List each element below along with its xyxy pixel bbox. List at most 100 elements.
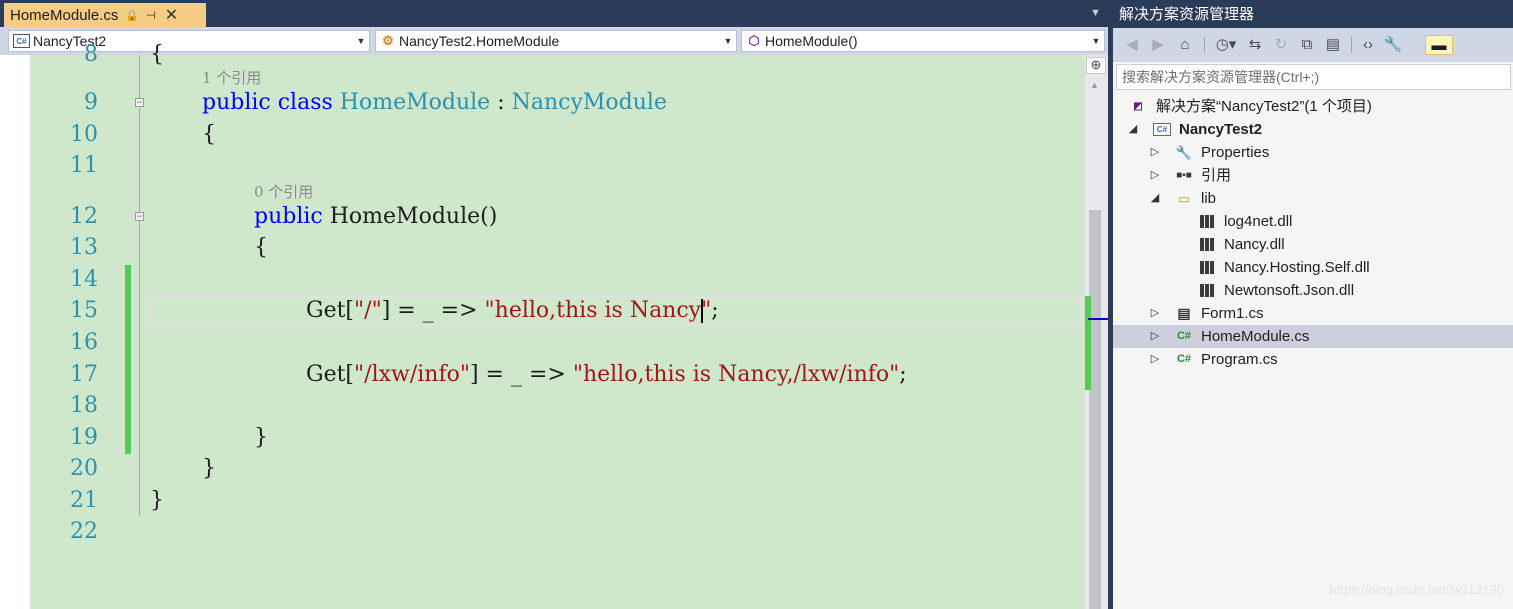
watermark: https://blog.csdn.net/lw112190 — [1329, 582, 1504, 597]
pending-changes-filter-icon[interactable]: ◷▾ — [1211, 35, 1241, 55]
expanded-arrow-icon[interactable]: ◢ — [1149, 187, 1161, 210]
changed-lines-indicator — [125, 265, 131, 454]
codelens-references[interactable]: 1 个引用 — [202, 67, 261, 88]
string-literal: "/lxw/info" — [354, 362, 470, 387]
token: ; — [711, 298, 719, 323]
lock-icon[interactable]: 🔒 — [125, 9, 139, 22]
collapsed-arrow-icon[interactable]: ▷ — [1149, 141, 1161, 164]
csharp-file-icon: C# — [1176, 353, 1192, 365]
type-name: HomeModule — [339, 90, 491, 115]
solution-explorer-title[interactable]: 解决方案资源管理器 — [1113, 0, 1513, 28]
string-literal: "hello,this is Nancy,/lxw/info" — [572, 362, 900, 387]
pin-icon[interactable]: ⊣ — [146, 9, 156, 22]
csharp-project-icon: C# — [13, 34, 30, 48]
tree-item-dll[interactable]: Nancy.dll — [1113, 233, 1513, 256]
string-literal: "hello,this is Nancy" — [484, 298, 712, 323]
collapsed-arrow-icon[interactable]: ▷ — [1149, 325, 1161, 348]
collapsed-arrow-icon[interactable]: ▷ — [1149, 348, 1161, 371]
indicator-margin[interactable] — [0, 55, 30, 609]
solution-icon: ◩ — [1133, 101, 1143, 112]
line-number: 17 — [70, 362, 98, 387]
tab-overflow-dropdown-icon[interactable]: ▼ — [1090, 7, 1101, 19]
token: ; — [899, 362, 907, 387]
references-icon: ■▪■ — [1176, 170, 1192, 181]
class-dropdown-label: NancyTest2.HomeModule — [399, 33, 560, 49]
refresh-icon[interactable]: ↻ — [1271, 35, 1291, 55]
tree-item-project[interactable]: ◢ C# NancyTest2 — [1113, 118, 1513, 141]
class-dropdown[interactable]: ⚙ NancyTest2.HomeModule ▼ — [375, 30, 737, 52]
tree-item-solution[interactable]: ◩ 解决方案“NancyTest2”(1 个项目) — [1113, 95, 1513, 118]
code-line: public HomeModule() — [254, 202, 497, 232]
tree-item-dll[interactable]: Nancy.Hosting.Self.dll — [1113, 256, 1513, 279]
token: Get[ — [306, 298, 355, 323]
tree-item-homemodule[interactable]: ▷ C# HomeModule.cs — [1113, 325, 1513, 348]
collapsed-arrow-icon[interactable]: ▷ — [1149, 302, 1161, 325]
folder-icon: ▭ — [1177, 191, 1191, 206]
scrollbar-change-marker — [1085, 296, 1091, 390]
tree-item-properties[interactable]: ▷ 🔧 Properties — [1113, 141, 1513, 164]
tree-item-references[interactable]: ▷ ■▪■ 引用 — [1113, 164, 1513, 187]
tree-item-label: Nancy.dll — [1224, 236, 1285, 253]
back-icon[interactable]: ◀ — [1123, 35, 1141, 55]
codelens-references[interactable]: 0 个引用 — [254, 181, 313, 202]
show-all-files-icon[interactable]: ▤ — [1323, 35, 1343, 55]
token: { — [202, 122, 216, 147]
tab-homemodule-cs[interactable]: HomeModule.cs 🔒 ⊣ ✕ — [4, 3, 206, 27]
csharp-project-icon: C# — [1153, 123, 1171, 136]
tree-item-label: Newtonsoft.Json.dll — [1224, 282, 1355, 299]
code-line: public class HomeModule : NancyModule — [202, 88, 667, 118]
code-line: Get["/lxw/info"] = _ => "hello,this is N… — [306, 360, 907, 390]
tree-item-label: 引用 — [1201, 167, 1232, 184]
solution-explorer-toolbar: ◀ ▶ ⌂ ◷▾ ⇆ ↻ ⧉ ▤ ‹› 🔧 ▬ — [1113, 28, 1513, 62]
csharp-file-icon: C# — [1176, 330, 1192, 342]
code-view[interactable]: 8 9 10 11 12 13 14 15 16 17 18 19 20 21 … — [0, 42, 1108, 609]
preview-selected-items-icon[interactable]: ▬ — [1425, 35, 1453, 55]
collapse-method-toggle[interactable]: − — [135, 212, 144, 221]
code-line: } — [202, 454, 216, 484]
outline-guide — [139, 55, 140, 98]
scroll-up-arrow-icon[interactable]: ▲ — [1090, 80, 1099, 90]
token: Get[ — [306, 362, 355, 387]
expanded-arrow-icon[interactable]: ◢ — [1127, 118, 1139, 141]
wrench-icon: 🔧 — [1175, 145, 1193, 160]
line-number: 21 — [70, 488, 98, 513]
tree-item-lib-folder[interactable]: ◢ ▭ lib — [1113, 187, 1513, 210]
code-editor-pane: HomeModule.cs 🔒 ⊣ ✕ ▼ C# NancyTest2 ▼ ⚙ … — [0, 0, 1108, 609]
line-number: 19 — [70, 425, 98, 450]
collapsed-arrow-icon[interactable]: ▷ — [1149, 164, 1161, 187]
solution-search-input[interactable]: 搜索解决方案资源管理器(Ctrl+;) — [1116, 64, 1511, 90]
dll-icon — [1198, 214, 1216, 229]
scrollbar-caret-marker — [1088, 318, 1108, 320]
tree-item-dll[interactable]: log4net.dll — [1113, 210, 1513, 233]
tree-item-dll[interactable]: Newtonsoft.Json.dll — [1113, 279, 1513, 302]
line-number: 9 — [84, 90, 98, 115]
member-dropdown-label: HomeModule() — [765, 33, 858, 49]
solution-explorer: 解决方案资源管理器 ◀ ▶ ⌂ ◷▾ ⇆ ↻ ⧉ ▤ ‹› 🔧 ▬ 搜索解决方案… — [1113, 0, 1513, 609]
scrollbar-thumb[interactable] — [1089, 210, 1101, 609]
sync-with-document-icon[interactable]: ⇆ — [1245, 35, 1265, 55]
wrench-properties-icon[interactable]: 🔧 — [1383, 35, 1403, 55]
line-number: 8 — [84, 42, 98, 67]
chevron-down-icon: ▼ — [356, 36, 366, 46]
toolbar-separator — [1351, 37, 1352, 53]
line-number: 16 — [70, 330, 98, 355]
line-number: 13 — [70, 235, 98, 260]
token: } — [150, 488, 164, 513]
line-number: 14 — [70, 267, 98, 292]
close-icon[interactable]: ✕ — [165, 5, 178, 25]
tree-item-program[interactable]: ▷ C# Program.cs — [1113, 348, 1513, 371]
member-dropdown[interactable]: ⬡ HomeModule() ▼ — [741, 30, 1105, 52]
type-name: NancyModule — [511, 90, 667, 115]
collapse-class-toggle[interactable]: − — [135, 98, 144, 107]
tree-item-label: Properties — [1201, 144, 1270, 161]
collapse-all-icon[interactable]: ⧉ — [1297, 35, 1317, 55]
tree-item-label: Nancy.Hosting.Self.dll — [1224, 259, 1370, 276]
home-icon[interactable]: ⌂ — [1175, 35, 1195, 55]
forward-icon[interactable]: ▶ — [1149, 35, 1167, 55]
view-code-icon[interactable]: ‹› — [1357, 35, 1379, 55]
split-window-icon[interactable]: ⊕ — [1086, 57, 1106, 74]
line-number: 20 — [70, 456, 98, 481]
text-caret — [701, 299, 704, 323]
token: } — [254, 425, 268, 450]
tree-item-form1[interactable]: ▷ ▤ Form1.cs — [1113, 302, 1513, 325]
